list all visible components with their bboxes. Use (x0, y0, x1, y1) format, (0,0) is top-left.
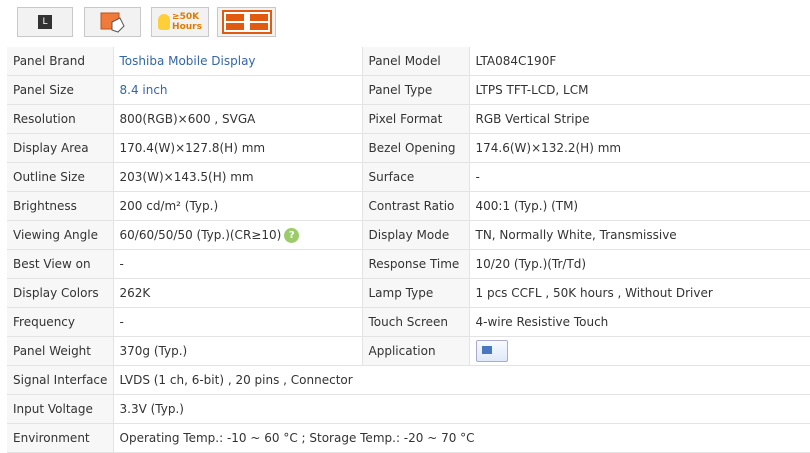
table-row: Viewing Angle 60/60/50/50 (Typ.)(CR≥10)?… (7, 220, 810, 250)
label-bezel-opening: Bezel Opening (362, 133, 470, 163)
value-panel-model: LTA084C190F (469, 47, 810, 76)
feature-badges: L ≥50K Hours (0, 0, 810, 44)
value-input-voltage: 3.3V (Typ.) (113, 394, 810, 424)
table-row: Display Area 170.4(W)×127.8(H) mm Bezel … (7, 133, 810, 163)
value-frequency: - (113, 307, 363, 337)
label-contrast-ratio: Contrast Ratio (362, 191, 470, 221)
value-lamp-type: 1 pcs CCFL , 50K hours , Without Driver (469, 278, 810, 308)
table-row: Panel Brand Toshiba Mobile Display Panel… (7, 47, 810, 76)
value-bezel-opening: 174.6(W)×132.2(H) mm (469, 133, 810, 163)
value-best-view: - (113, 249, 363, 279)
label-resolution: Resolution (7, 104, 114, 134)
panel-size-link[interactable]: 8.4 inch (113, 75, 363, 105)
label-environment: Environment (7, 423, 114, 453)
label-viewing-angle: Viewing Angle (7, 220, 114, 250)
panel-brand-link[interactable]: Toshiba Mobile Display (113, 47, 363, 76)
table-row: Environment Operating Temp.: -10 ~ 60 °C… (7, 423, 810, 453)
value-display-area: 170.4(W)×127.8(H) mm (113, 133, 363, 163)
value-contrast-ratio: 400:1 (Typ.) (TM) (469, 191, 810, 221)
label-display-area: Display Area (7, 133, 114, 163)
label-touch-screen: Touch Screen (362, 307, 470, 337)
value-viewing-angle-cell: 60/60/50/50 (Typ.)(CR≥10)? (113, 220, 363, 250)
label-response-time: Response Time (362, 249, 470, 279)
lifetime-indicator: ≥50K Hours (158, 12, 202, 32)
table-row: Display Colors 262K Lamp Type 1 pcs CCFL… (7, 278, 810, 308)
label-display-mode: Display Mode (362, 220, 470, 250)
value-outline-size: 203(W)×143.5(H) mm (113, 162, 363, 192)
label-panel-size: Panel Size (7, 75, 114, 105)
lifetime-badge[interactable]: ≥50K Hours (151, 7, 209, 37)
value-pixel-format: RGB Vertical Stripe (469, 104, 810, 134)
wide-temp-badge[interactable] (217, 7, 276, 37)
grid-pattern-icon (221, 10, 272, 34)
table-row: Frequency - Touch Screen 4-wire Resistiv… (7, 307, 810, 337)
label-application: Application (362, 336, 470, 366)
value-resolution: 800(RGB)×600 , SVGA (113, 104, 363, 134)
table-row: Brightness 200 cd/m² (Typ.) Contrast Rat… (7, 191, 810, 221)
touch-badge[interactable] (84, 7, 141, 37)
label-lamp-type: Lamp Type (362, 278, 470, 308)
touch-hand-icon (100, 12, 125, 33)
value-response-time: 10/20 (Typ.)(Tr/Td) (469, 249, 810, 279)
table-row: Panel Weight 370g (Typ.) Application (7, 336, 810, 366)
value-environment: Operating Temp.: -10 ~ 60 °C ; Storage T… (113, 423, 810, 453)
value-display-mode: TN, Normally White, Transmissive (469, 220, 810, 250)
label-panel-model: Panel Model (362, 47, 470, 76)
led-icon: L (38, 15, 52, 29)
table-row: Best View on - Response Time 10/20 (Typ.… (7, 249, 810, 279)
label-panel-type: Panel Type (362, 75, 470, 105)
value-display-colors: 262K (113, 278, 363, 308)
table-row: Panel Size 8.4 inch Panel Type LTPS TFT-… (7, 75, 810, 105)
table-row: Outline Size 203(W)×143.5(H) mm Surface … (7, 162, 810, 192)
hours-bottom: Hours (172, 22, 202, 32)
label-outline-size: Outline Size (7, 162, 114, 192)
bulb-icon (158, 14, 171, 30)
industrial-device-icon[interactable] (475, 340, 508, 362)
led-backlight-badge[interactable]: L (17, 7, 73, 37)
table-row: Signal Interface LVDS (1 ch, 6-bit) , 20… (7, 365, 810, 395)
value-panel-type: LTPS TFT-LCD, LCM (469, 75, 810, 105)
value-surface: - (469, 162, 810, 192)
spec-table: Panel Brand Toshiba Mobile Display Panel… (7, 47, 810, 453)
label-brightness: Brightness (7, 191, 114, 221)
table-row: Resolution 800(RGB)×600 , SVGA Pixel For… (7, 104, 810, 134)
label-panel-brand: Panel Brand (7, 47, 114, 76)
table-row: Input Voltage 3.3V (Typ.) (7, 394, 810, 424)
value-touch-screen: 4-wire Resistive Touch (469, 307, 810, 337)
help-icon[interactable]: ? (284, 227, 300, 243)
value-viewing-angle: 60/60/50/50 (Typ.)(CR≥10) (119, 227, 282, 242)
value-brightness: 200 cd/m² (Typ.) (113, 191, 363, 221)
label-input-voltage: Input Voltage (7, 394, 114, 424)
label-signal-interface: Signal Interface (7, 365, 114, 395)
label-surface: Surface (362, 162, 470, 192)
label-pixel-format: Pixel Format (362, 104, 470, 134)
hours-top: ≥50K (172, 12, 200, 22)
label-best-view: Best View on (7, 249, 114, 279)
label-display-colors: Display Colors (7, 278, 114, 308)
label-frequency: Frequency (7, 307, 114, 337)
value-panel-weight: 370g (Typ.) (113, 336, 363, 366)
label-panel-weight: Panel Weight (7, 336, 114, 366)
value-application (469, 336, 810, 366)
value-signal-interface: LVDS (1 ch, 6-bit) , 20 pins , Connector (113, 365, 810, 395)
